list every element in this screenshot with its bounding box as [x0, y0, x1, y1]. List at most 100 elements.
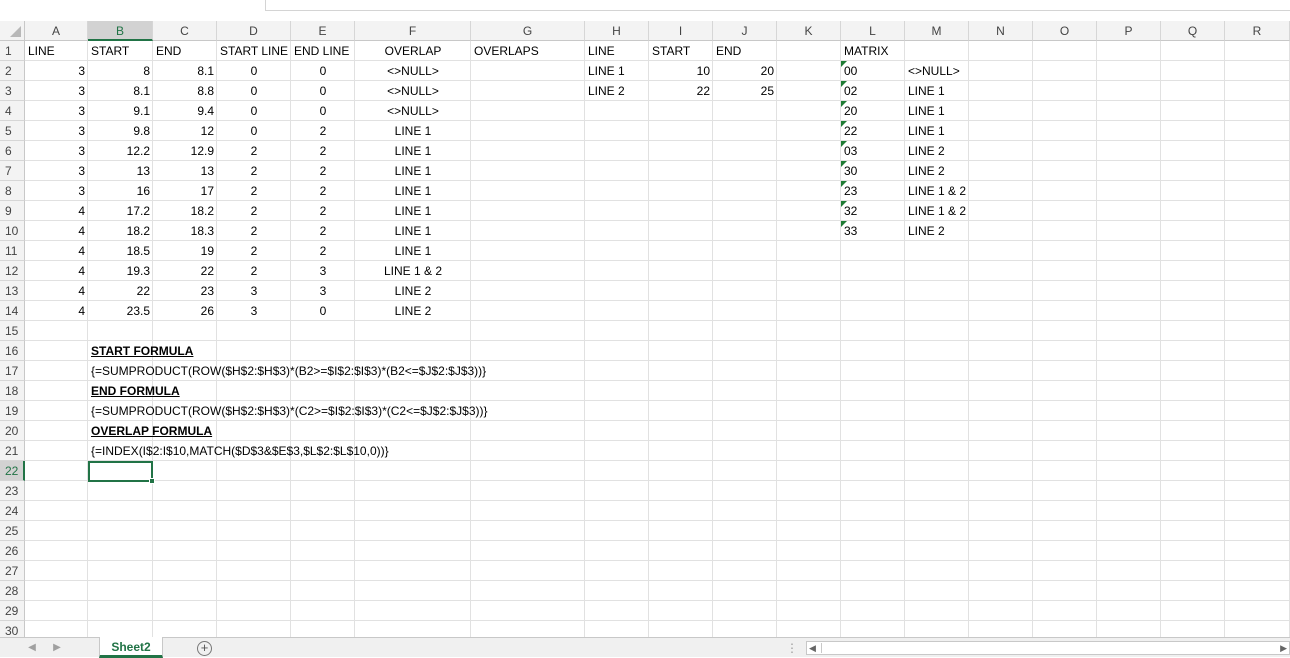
- cell-a14[interactable]: 4: [25, 301, 88, 321]
- column-header-a[interactable]: A: [25, 21, 88, 41]
- row-header-12[interactable]: 12: [0, 261, 25, 281]
- column-header-h[interactable]: H: [585, 21, 649, 41]
- column-header-c[interactable]: C: [153, 21, 217, 41]
- cell-e4[interactable]: 0: [291, 101, 355, 121]
- cell-f9[interactable]: LINE 1: [355, 201, 471, 221]
- cell-c12[interactable]: 22: [153, 261, 217, 281]
- row-header-18[interactable]: 18: [0, 381, 25, 401]
- row-header-8[interactable]: 8: [0, 181, 25, 201]
- cell-c8[interactable]: 17: [153, 181, 217, 201]
- note-end-formula[interactable]: {=SUMPRODUCT(ROW($H$2:$H$3)*(C2>=$I$2:$I…: [88, 401, 488, 421]
- cell-l2[interactable]: 00: [841, 61, 905, 81]
- cell-d12[interactable]: 2: [217, 261, 291, 281]
- cell-b11[interactable]: 18.5: [88, 241, 153, 261]
- cell-c2[interactable]: 8.1: [153, 61, 217, 81]
- row-header-14[interactable]: 14: [0, 301, 25, 321]
- column-header-i[interactable]: I: [649, 21, 713, 41]
- cell-m9[interactable]: LINE 1 & 2: [905, 201, 969, 221]
- cell-c9[interactable]: 18.2: [153, 201, 217, 221]
- column-header-b[interactable]: B: [88, 21, 153, 41]
- cell-a2[interactable]: 3: [25, 61, 88, 81]
- header-a[interactable]: LINE: [25, 41, 88, 61]
- header-j[interactable]: END: [713, 41, 777, 61]
- header-b[interactable]: START: [88, 41, 153, 61]
- cell-f10[interactable]: LINE 1: [355, 221, 471, 241]
- cell-i2[interactable]: 10: [649, 61, 713, 81]
- note-end-title[interactable]: END FORMULA: [88, 381, 180, 401]
- cell-h3[interactable]: LINE 2: [585, 81, 649, 101]
- cell-c6[interactable]: 12.9: [153, 141, 217, 161]
- cell-e13[interactable]: 3: [291, 281, 355, 301]
- cell-j2[interactable]: 20: [713, 61, 777, 81]
- cell-l5[interactable]: 22: [841, 121, 905, 141]
- cell-f2[interactable]: <>NULL>: [355, 61, 471, 81]
- column-header-r[interactable]: R: [1225, 21, 1290, 41]
- cell-e11[interactable]: 2: [291, 241, 355, 261]
- cell-b8[interactable]: 16: [88, 181, 153, 201]
- row-header-3[interactable]: 3: [0, 81, 25, 101]
- column-header-m[interactable]: M: [905, 21, 969, 41]
- header-i[interactable]: START: [649, 41, 713, 61]
- row-header-25[interactable]: 25: [0, 521, 25, 541]
- cell-f5[interactable]: LINE 1: [355, 121, 471, 141]
- row-header-24[interactable]: 24: [0, 501, 25, 521]
- cell-l8[interactable]: 23: [841, 181, 905, 201]
- cell-m4[interactable]: LINE 1: [905, 101, 969, 121]
- cell-c5[interactable]: 12: [153, 121, 217, 141]
- row-header-28[interactable]: 28: [0, 581, 25, 601]
- plus-circle-icon[interactable]: +: [197, 641, 212, 656]
- cell-j3[interactable]: 25: [713, 81, 777, 101]
- cell-a5[interactable]: 3: [25, 121, 88, 141]
- cell-c10[interactable]: 18.3: [153, 221, 217, 241]
- cell-e14[interactable]: 0: [291, 301, 355, 321]
- cell-c14[interactable]: 26: [153, 301, 217, 321]
- cell-a8[interactable]: 3: [25, 181, 88, 201]
- cell-f4[interactable]: <>NULL>: [355, 101, 471, 121]
- cell-e9[interactable]: 2: [291, 201, 355, 221]
- cell-d10[interactable]: 2: [217, 221, 291, 241]
- cell-m2[interactable]: <>NULL>: [905, 61, 969, 81]
- column-header-q[interactable]: Q: [1161, 21, 1225, 41]
- header-g[interactable]: OVERLAPS: [471, 41, 585, 61]
- cell-f11[interactable]: LINE 1: [355, 241, 471, 261]
- cell-d3[interactable]: 0: [217, 81, 291, 101]
- row-header-23[interactable]: 23: [0, 481, 25, 501]
- cell-e8[interactable]: 2: [291, 181, 355, 201]
- note-overlap-formula[interactable]: {=INDEX(I$2:I$10,MATCH($D$3&$E$3,$L$2:$L…: [88, 441, 389, 461]
- header-l[interactable]: MATRIX: [841, 41, 905, 61]
- column-header-l[interactable]: L: [841, 21, 905, 41]
- cell-m10[interactable]: LINE 2: [905, 221, 969, 241]
- cell-b14[interactable]: 23.5: [88, 301, 153, 321]
- row-header-26[interactable]: 26: [0, 541, 25, 561]
- cell-h2[interactable]: LINE 1: [585, 61, 649, 81]
- chevron-right-icon[interactable]: ▶: [50, 641, 64, 655]
- header-e[interactable]: END LINE: [291, 41, 355, 61]
- row-header-16[interactable]: 16: [0, 341, 25, 361]
- cell-d9[interactable]: 2: [217, 201, 291, 221]
- cell-a11[interactable]: 4: [25, 241, 88, 261]
- cell-d5[interactable]: 0: [217, 121, 291, 141]
- cell-l4[interactable]: 20: [841, 101, 905, 121]
- active-cell-selection[interactable]: [88, 461, 155, 484]
- triangle-left-icon[interactable]: ◀: [809, 642, 816, 654]
- cell-b10[interactable]: 18.2: [88, 221, 153, 241]
- cell-e3[interactable]: 0: [291, 81, 355, 101]
- cell-b6[interactable]: 12.2: [88, 141, 153, 161]
- row-header-6[interactable]: 6: [0, 141, 25, 161]
- cell-a6[interactable]: 3: [25, 141, 88, 161]
- cell-b9[interactable]: 17.2: [88, 201, 153, 221]
- cell-d8[interactable]: 2: [217, 181, 291, 201]
- row-header-1[interactable]: 1: [0, 41, 25, 61]
- cell-b13[interactable]: 22: [88, 281, 153, 301]
- column-header-e[interactable]: E: [291, 21, 355, 41]
- cell-c4[interactable]: 9.4: [153, 101, 217, 121]
- row-header-7[interactable]: 7: [0, 161, 25, 181]
- cell-d13[interactable]: 3: [217, 281, 291, 301]
- cell-m6[interactable]: LINE 2: [905, 141, 969, 161]
- cell-c7[interactable]: 13: [153, 161, 217, 181]
- cell-l6[interactable]: 03: [841, 141, 905, 161]
- cell-c13[interactable]: 23: [153, 281, 217, 301]
- cell-a7[interactable]: 3: [25, 161, 88, 181]
- cell-m7[interactable]: LINE 2: [905, 161, 969, 181]
- cell-b5[interactable]: 9.8: [88, 121, 153, 141]
